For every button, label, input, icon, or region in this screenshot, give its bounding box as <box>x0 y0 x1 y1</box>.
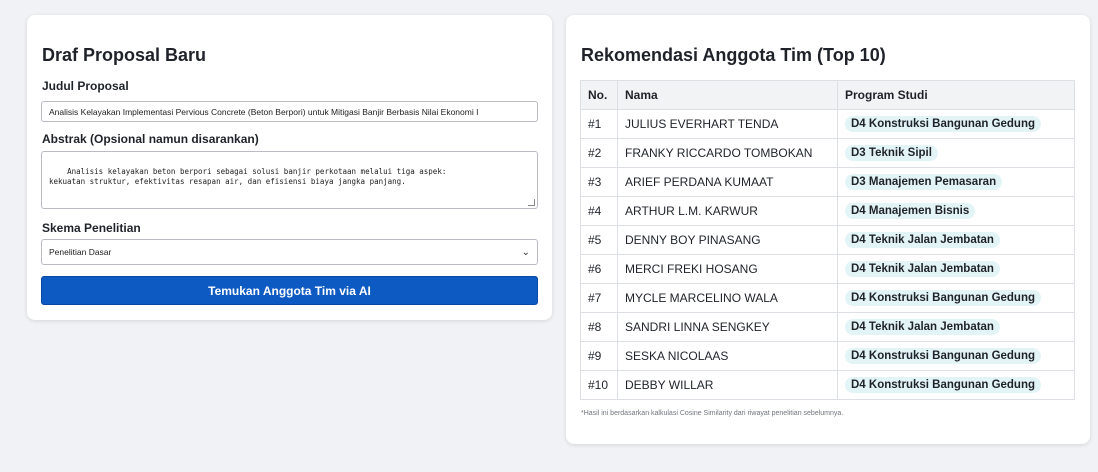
chevron-down-icon: ⌄ <box>521 246 530 258</box>
row-nama: ARIEF PERDANA KUMAAT <box>617 167 838 197</box>
judul-input[interactable]: Analisis Kelayakan Implementasi Pervious… <box>41 101 538 122</box>
judul-value: Analisis Kelayakan Implementasi Pervious… <box>49 106 479 117</box>
table-row: #3 ARIEF PERDANA KUMAAT D3 Manajemen Pemas… <box>580 167 1075 197</box>
footnote: *Hasil ini berdasarkan kalkulasi Cosine … <box>581 410 844 417</box>
prodi-badge: D4 Konstruksi Bangunan Gedung <box>845 116 1042 132</box>
find-team-button[interactable]: Temukan Anggota Tim via AI <box>41 276 538 305</box>
row-nama: ARTHUR L.M. KARWUR <box>617 196 838 226</box>
row-prodi: D4 Konstruksi Bangunan Gedung <box>837 341 1075 371</box>
row-no: #3 <box>580 167 618 197</box>
row-prodi: D4 Konstruksi Bangunan Gedung <box>837 283 1075 313</box>
recommendation-card: Rekomendasi Anggota Tim (Top 10) No. Nam… <box>566 15 1090 444</box>
table-row: #5 DENNY BOY PINASANG D4 Teknik Jalan Jemb… <box>580 225 1075 255</box>
row-nama: DEBBY WILLAR <box>617 370 838 400</box>
row-nama: FRANKY RICCARDO TOMBOKAN <box>617 138 838 168</box>
table-row: #2 FRANKY RICCARDO TOMBOKAN D3 Teknik Sipi… <box>580 138 1075 168</box>
row-no: #6 <box>580 254 618 284</box>
header-nama: Nama <box>617 80 838 110</box>
prodi-badge: D4 Manajemen Bisnis <box>845 203 976 219</box>
abstrak-value: Analisis kelayakan beton berpori sebagai… <box>49 167 447 186</box>
row-prodi: D4 Teknik Jalan Jembatan <box>837 312 1075 342</box>
row-no: #5 <box>580 225 618 255</box>
form-title: Draf Proposal Baru <box>42 45 207 65</box>
row-nama: DENNY BOY PINASANG <box>617 225 838 255</box>
row-prodi: D4 Manajemen Bisnis <box>837 196 1075 226</box>
header-prodi: Program Studi <box>837 80 1075 110</box>
row-no: #1 <box>580 109 618 139</box>
prodi-badge: D4 Teknik Jalan Jembatan <box>845 232 1000 248</box>
skema-select[interactable]: Penelitian Dasar ⌄ <box>41 239 538 265</box>
judul-label: Judul Proposal <box>42 79 129 93</box>
recommendation-table: No. Nama Program Studi #1 JULIUS EVERHART… <box>580 80 1075 400</box>
row-prodi: D3 Manajemen Pemasaran <box>837 167 1075 197</box>
skema-label: Skema Penelitian <box>42 221 141 235</box>
skema-value: Penelitian Dasar <box>49 247 112 257</box>
table-row: #1 JULIUS EVERHART TENDA D4 Konstruksi Ban… <box>580 109 1075 139</box>
row-no: #2 <box>580 138 618 168</box>
proposal-form-card: Draf Proposal Baru Judul Proposal Analis… <box>27 15 552 320</box>
row-nama: MYCLE MARCELINO WALA <box>617 283 838 313</box>
table-row: #4 ARTHUR L.M. KARWUR D4 Manajemen Bisnis <box>580 196 1075 226</box>
find-team-button-label: Temukan Anggota Tim via AI <box>208 283 371 298</box>
prodi-badge: D4 Konstruksi Bangunan Gedung <box>845 290 1042 306</box>
prodi-badge: D4 Teknik Jalan Jembatan <box>845 319 1000 335</box>
row-no: #9 <box>580 341 618 371</box>
row-prodi: D4 Teknik Jalan Jembatan <box>837 225 1075 255</box>
prodi-badge: D3 Teknik Sipil <box>845 145 938 161</box>
row-nama: MERCI FREKI HOSANG <box>617 254 838 284</box>
row-no: #7 <box>580 283 618 313</box>
resize-handle-icon[interactable] <box>528 199 535 206</box>
table-row: #8 SANDRI LINNA SENGKEY D4 Teknik Jalan Je… <box>580 312 1075 342</box>
prodi-badge: D4 Teknik Jalan Jembatan <box>845 261 1000 277</box>
row-nama: JULIUS EVERHART TENDA <box>617 109 838 139</box>
table-header-row: No. Nama Program Studi <box>580 80 1075 110</box>
table-row: #6 MERCI FREKI HOSANG D4 Teknik Jalan Jemb… <box>580 254 1075 284</box>
abstrak-label: Abstrak (Opsional namun disarankan) <box>42 132 259 146</box>
table-row: #7 MYCLE MARCELINO WALA D4 Konstruksi Bang… <box>580 283 1075 313</box>
row-prodi: D4 Konstruksi Bangunan Gedung <box>837 370 1075 400</box>
prodi-badge: D4 Konstruksi Bangunan Gedung <box>845 377 1042 393</box>
abstrak-textarea[interactable]: Analisis kelayakan beton berpori sebagai… <box>41 151 538 209</box>
recommendation-title: Rekomendasi Anggota Tim (Top 10) <box>581 45 886 65</box>
row-prodi: D4 Teknik Jalan Jembatan <box>837 254 1075 284</box>
prodi-badge: D3 Manajemen Pemasaran <box>845 174 1003 190</box>
row-no: #10 <box>580 370 618 400</box>
header-no: No. <box>580 80 618 110</box>
table-row: #10 DEBBY WILLAR D4 Konstruksi Bangunan Ge… <box>580 370 1075 400</box>
prodi-badge: D4 Konstruksi Bangunan Gedung <box>845 348 1042 364</box>
table-row: #9 SESKA NICOLAAS D4 Konstruksi Bangunan G… <box>580 341 1075 371</box>
row-nama: SESKA NICOLAAS <box>617 341 838 371</box>
row-no: #4 <box>580 196 618 226</box>
row-no: #8 <box>580 312 618 342</box>
row-nama: SANDRI LINNA SENGKEY <box>617 312 838 342</box>
row-prodi: D4 Konstruksi Bangunan Gedung <box>837 109 1075 139</box>
row-prodi: D3 Teknik Sipil <box>837 138 1075 168</box>
